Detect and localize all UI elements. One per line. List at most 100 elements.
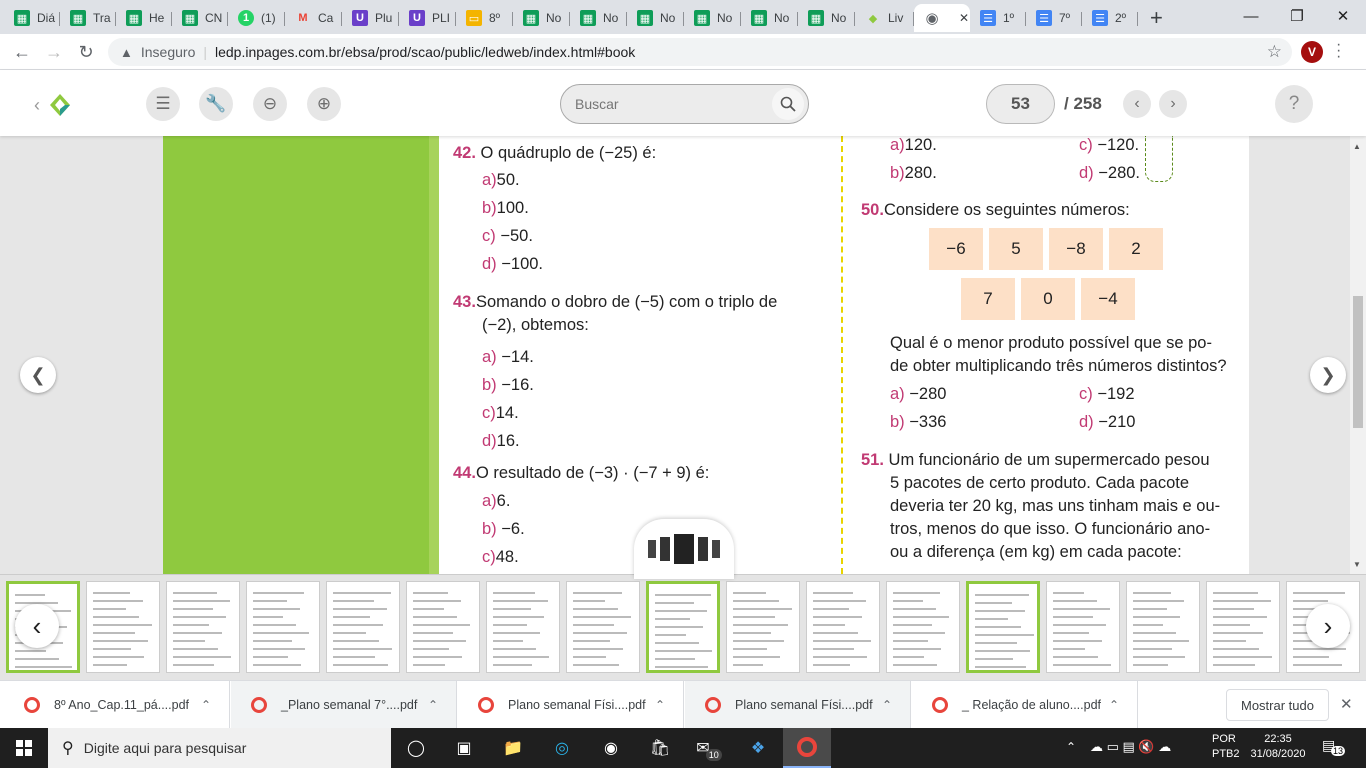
chevron-up-icon[interactable]: ⌃ — [1109, 698, 1119, 712]
browser-tab[interactable]: ▦ No — [798, 4, 855, 32]
taskbar-search[interactable]: ⚲ Digite aqui para pesquisar — [48, 728, 391, 768]
download-item[interactable]: _Plano semanal 7°....pdf ⌃ — [231, 681, 457, 729]
browser-tab[interactable]: M Ca — [285, 4, 342, 32]
browser-tab[interactable]: ▦ CN — [172, 4, 228, 32]
previous-page-arrow[interactable]: ❮ — [20, 357, 56, 393]
browser-tab[interactable]: 1 (1) — [228, 4, 285, 32]
close-downloads-icon[interactable]: ✕ — [1340, 695, 1353, 713]
download-item[interactable]: Plano semanal Físi....pdf ⌃ — [458, 681, 684, 729]
next-page-button[interactable]: › — [1159, 90, 1187, 118]
address-bar[interactable]: ▲ Inseguro | ledp.inpages.com.br/ebsa/pr… — [108, 38, 1292, 66]
close-window-button[interactable]: ✕ — [1320, 0, 1366, 32]
browser-tab[interactable]: ☰ 7º — [1026, 4, 1082, 32]
app-icon[interactable]: ❖ — [734, 728, 782, 768]
browser-tab[interactable]: ▦ No — [570, 4, 627, 32]
chevron-up-icon[interactable]: ⌃ — [428, 698, 438, 712]
search-input[interactable] — [561, 86, 761, 122]
forward-button[interactable]: → — [42, 40, 66, 64]
page-content: 42. O quádruplo de (−25) é: a)50. b)100.… — [439, 136, 1249, 574]
browser-tab[interactable]: ▦ No — [513, 4, 570, 32]
page-thumbnail[interactable] — [166, 581, 240, 673]
profile-avatar[interactable]: V — [1301, 41, 1323, 63]
notification-icon[interactable]: ▤ 13 — [1322, 737, 1346, 759]
browser-tab[interactable]: ☰ 2º — [1082, 4, 1138, 32]
store-icon[interactable]: 🛍 — [636, 728, 684, 768]
page-thumbnail[interactable] — [86, 581, 160, 673]
tray-icons[interactable]: ☁ ▭ ▤ 🔇 ☁ — [1090, 739, 1171, 755]
bookmark-tab[interactable] — [1145, 136, 1173, 182]
thumbnail-toggle-handle[interactable] — [634, 519, 734, 579]
browser-tab[interactable]: ◆ Liv — [855, 4, 914, 32]
page-thumbnail[interactable] — [806, 581, 880, 673]
scrollbar-thumb[interactable] — [1353, 296, 1363, 428]
download-item[interactable]: Plano semanal Físi....pdf ⌃ — [685, 681, 911, 729]
google-docs-icon: ☰ — [1092, 10, 1108, 26]
total-pages: / 258 — [1064, 94, 1102, 113]
edge-icon[interactable]: ◎ — [538, 728, 586, 768]
page-thumbnail[interactable] — [966, 581, 1040, 673]
windows-start-icon[interactable] — [0, 728, 48, 768]
page-thumbnail[interactable] — [246, 581, 320, 673]
maximize-button[interactable]: ❐ — [1274, 0, 1320, 32]
thumbnails-prev-button[interactable]: ‹ — [15, 604, 59, 648]
browser-tab[interactable]: U Plu — [342, 4, 399, 32]
page-thumbnail[interactable] — [406, 581, 480, 673]
search-icon[interactable] — [772, 88, 804, 120]
page-thumbnail[interactable] — [1206, 581, 1280, 673]
thumbnails-next-button[interactable]: › — [1306, 604, 1350, 648]
browser-tab[interactable]: ▭ 8º — [456, 4, 513, 32]
chevron-up-icon[interactable]: ⌃ — [201, 698, 211, 712]
page-thumbnail[interactable] — [566, 581, 640, 673]
file-explorer-icon[interactable]: 📁 — [489, 728, 537, 768]
show-all-button[interactable]: Mostrar tudo — [1226, 689, 1329, 721]
page-number-input[interactable]: 53 — [986, 84, 1055, 124]
back-button[interactable]: ← — [10, 40, 34, 64]
viewer-scrollbar[interactable]: ▲ ▼ — [1350, 136, 1366, 574]
page-thumbnail[interactable] — [726, 581, 800, 673]
browser-tab[interactable]: ▦ Tra — [60, 4, 116, 32]
prev-page-button[interactable]: ‹ — [1123, 90, 1151, 118]
language-indicator[interactable]: POR PTB2 — [1212, 732, 1240, 762]
page-thumbnail[interactable] — [886, 581, 960, 673]
browser-tab[interactable]: U PLI — [399, 4, 456, 32]
download-item[interactable]: 8º Ano_Cap.11_pá....pdf ⌃ — [4, 681, 230, 729]
browser-tab[interactable]: ◉ ✕ — [914, 4, 970, 32]
logo-back-icon[interactable]: ‹ — [34, 90, 74, 120]
new-tab-button[interactable]: + — [1150, 5, 1163, 31]
svg-text:‹: ‹ — [34, 95, 40, 115]
task-view-icon[interactable]: ▣ — [440, 728, 488, 768]
book-icon[interactable]: ☰ — [146, 87, 180, 121]
page-thumbnail[interactable] — [486, 581, 560, 673]
search-box — [560, 84, 809, 124]
browser-tab[interactable]: ▦ No — [627, 4, 684, 32]
wrench-icon[interactable]: 🔧 — [199, 87, 233, 121]
browser-tab[interactable]: ☰ 1º — [970, 4, 1026, 32]
browser-tab[interactable]: ▦ Diá — [4, 4, 60, 32]
page-thumbnail[interactable] — [326, 581, 400, 673]
page-thumbnail[interactable] — [1046, 581, 1120, 673]
bookmark-star-icon[interactable]: ☆ — [1267, 42, 1282, 62]
browser-tab[interactable]: ▦ No — [741, 4, 798, 32]
browser-tab[interactable]: ▦ No — [684, 4, 741, 32]
download-item[interactable]: _ Relação de aluno....pdf ⌃ — [912, 681, 1138, 729]
close-tab-icon[interactable]: ✕ — [959, 11, 969, 25]
mail-icon[interactable]: ✉ 10 — [685, 728, 733, 768]
option-43a: a) −14. — [482, 348, 534, 366]
browser-tab[interactable]: ▦ He — [116, 4, 172, 32]
menu-icon[interactable]: · · · — [1336, 37, 1341, 65]
page-thumbnail[interactable] — [646, 581, 720, 673]
cortana-icon[interactable]: ◯ — [392, 728, 440, 768]
show-hidden-icons[interactable]: ⌃ — [1066, 740, 1076, 754]
chrome-icon[interactable] — [783, 728, 831, 768]
zoom-out-icon[interactable]: ⊖ — [253, 87, 287, 121]
reload-button[interactable]: ↻ — [74, 40, 98, 64]
chevron-up-icon[interactable]: ⌃ — [655, 698, 665, 712]
page-thumbnail[interactable] — [1126, 581, 1200, 673]
zoom-in-icon[interactable]: ⊕ — [307, 87, 341, 121]
next-page-arrow[interactable]: ❯ — [1310, 357, 1346, 393]
clock[interactable]: 22:35 31/08/2020 — [1248, 732, 1308, 762]
obs-icon[interactable]: ◉ — [587, 728, 635, 768]
help-button[interactable]: ? — [1275, 85, 1313, 123]
minimize-button[interactable]: — — [1228, 0, 1274, 32]
chevron-up-icon[interactable]: ⌃ — [882, 698, 892, 712]
